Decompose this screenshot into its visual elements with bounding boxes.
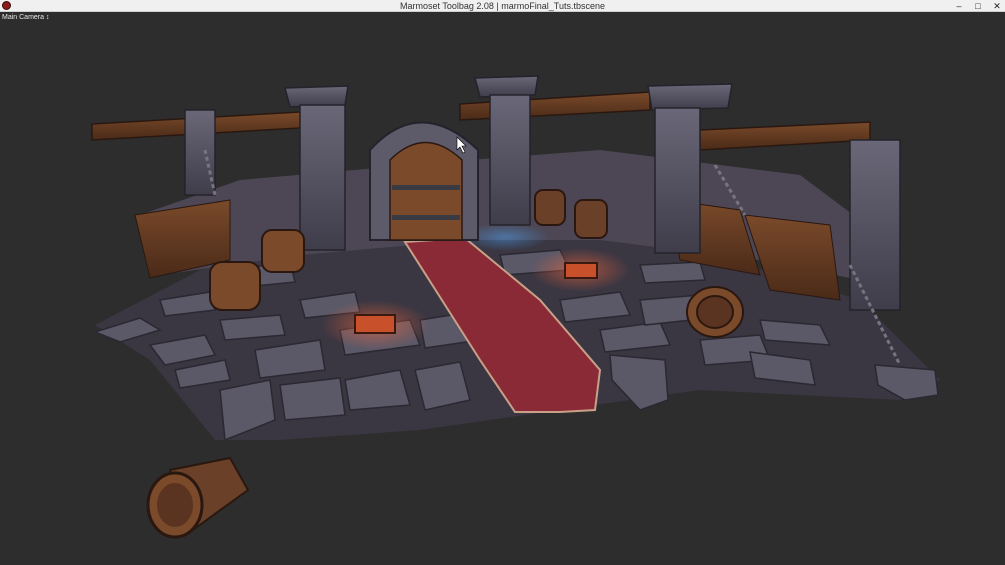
fire-grate-right — [564, 262, 598, 279]
camera-dropdown-icon: ↕ — [45, 14, 50, 21]
minimize-button[interactable]: – — [955, 0, 963, 12]
maximize-button[interactable]: □ — [974, 0, 982, 12]
window-title: Marmoset Toolbag 2.08 | marmoFinal_Tuts.… — [400, 1, 605, 11]
close-button[interactable]: ✕ — [993, 0, 1001, 12]
door-hinge-top — [392, 185, 460, 190]
wooden-door — [389, 141, 463, 241]
scene-render — [91, 75, 940, 539]
fire-grate-left — [354, 314, 396, 334]
3d-viewport[interactable] — [0, 13, 1005, 565]
foreground-barrel — [146, 456, 250, 539]
window-controls: – □ ✕ — [955, 0, 1001, 12]
door-hinge-bottom — [392, 215, 460, 220]
camera-label: Main Camera — [2, 14, 45, 21]
title-bar: Marmoset Toolbag 2.08 | marmoFinal_Tuts.… — [0, 0, 1005, 12]
camera-selector[interactable]: Main Camera ↕ — [2, 13, 49, 22]
